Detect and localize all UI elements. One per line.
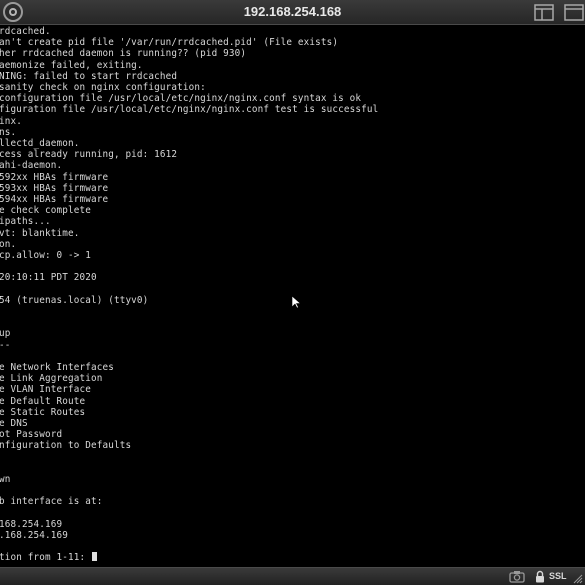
lock-icon bbox=[536, 570, 544, 583]
console-line: an't create pid file '/var/run/rrdcached… bbox=[0, 37, 339, 49]
console-line: e Default Route bbox=[0, 395, 86, 407]
console-line: 20:10:11 PDT 2020 bbox=[0, 272, 97, 284]
console-line: ahi-daemon. bbox=[0, 160, 63, 172]
console-line: on. bbox=[0, 238, 17, 250]
console-line: ipaths... bbox=[0, 216, 51, 228]
console-line: 168.254.169 bbox=[0, 518, 63, 530]
console-line: llectd_daemon. bbox=[0, 138, 80, 149]
console-line: vt: blanktime. bbox=[0, 227, 80, 239]
console-line: .168.254.169 bbox=[0, 530, 68, 541]
fullscreen-icon[interactable] bbox=[564, 4, 584, 21]
console-line: e DNS bbox=[0, 418, 28, 429]
mouse-pointer-icon bbox=[292, 296, 301, 309]
screenshot-camera-icon[interactable] bbox=[509, 570, 525, 583]
console-line: 54 (truenas.local) (ttyv0) bbox=[0, 294, 149, 306]
console-line: 593xx HBAs firmware bbox=[0, 182, 109, 194]
status-bar: SSL bbox=[0, 567, 585, 585]
console-line: e VLAN Interface bbox=[0, 384, 91, 396]
window-title: 192.168.254.168 bbox=[243, 4, 342, 19]
console-line: e Network Interfaces bbox=[0, 362, 114, 373]
console-line: b interface is at: bbox=[0, 496, 103, 508]
console-line: configuration file /usr/local/etc/nginx/… bbox=[0, 93, 362, 105]
console-line: 592xx HBAs firmware bbox=[0, 171, 109, 183]
console-line: sanity check on nginx configuration: bbox=[0, 82, 206, 93]
console-line: tion from 1-11: bbox=[0, 552, 97, 563]
console-line: nfiguration to Defaults bbox=[0, 440, 132, 452]
resize-grip-icon[interactable] bbox=[572, 573, 583, 584]
ssl-label: SSL bbox=[549, 571, 567, 581]
console-line: 594xx HBAs firmware bbox=[0, 194, 109, 205]
console-line: e check complete bbox=[0, 205, 91, 217]
console-line: ot Password bbox=[0, 429, 63, 441]
title-bar: 192.168.254.168 bbox=[0, 0, 585, 25]
console-line: cp.allow: 0 -> 1 bbox=[0, 250, 91, 261]
console-line: her rrdcached daemon is running?? (pid 9… bbox=[0, 48, 247, 60]
console-line: ns. bbox=[0, 126, 17, 138]
console-line: e Link Aggregation bbox=[0, 373, 103, 385]
console-line: up bbox=[0, 328, 11, 340]
console-line: inx. bbox=[0, 115, 22, 127]
console-line: e Static Routes bbox=[0, 406, 86, 418]
text-cursor bbox=[91, 552, 97, 562]
console-line: wn bbox=[0, 474, 11, 485]
console-line: figuration file /usr/local/etc/nginx/ngi… bbox=[0, 104, 379, 116]
console-line: cess already running, pid: 1612 bbox=[0, 149, 178, 161]
console-line: rdcached. bbox=[0, 26, 51, 37]
console-line: NING: failed to start rrdcached bbox=[0, 70, 178, 82]
console-line: -- bbox=[0, 339, 11, 351]
console-line: aemonize failed, exiting. bbox=[0, 59, 143, 71]
window-layout-icon[interactable] bbox=[534, 4, 554, 21]
